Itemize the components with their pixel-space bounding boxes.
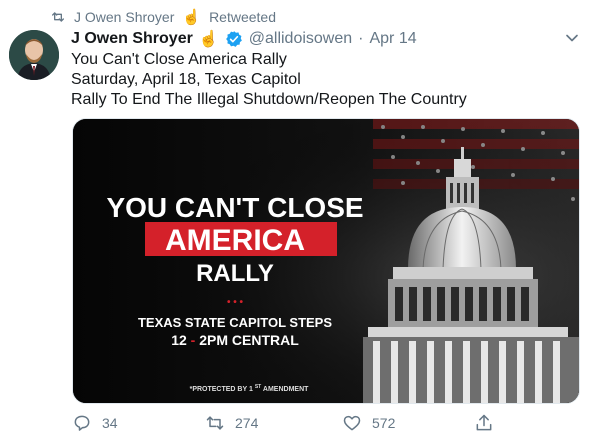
graphic-time-start: 12 (171, 332, 187, 348)
pointing-up-emoji-icon: ☝ (198, 31, 219, 48)
pointing-up-emoji-icon: ☝ (182, 9, 202, 26)
like-button[interactable]: 572 (342, 410, 395, 436)
retweeted-label: Retweeted (209, 9, 276, 25)
chevron-down-icon[interactable] (562, 28, 582, 48)
graphic-dots: • • • (227, 297, 244, 308)
share-icon (476, 414, 492, 431)
graphic-footnote-post: AMENDMENT (263, 386, 309, 393)
tweet-header: J Owen Shroyer ☝ @allidoisowen · Apr 14 (71, 28, 417, 50)
retweet-icon (52, 12, 64, 22)
graphic-time-end: 2PM CENTRAL (199, 332, 299, 348)
tweet-date[interactable]: Apr 14 (369, 30, 416, 48)
tweet-text-line: Saturday, April 18, Texas Capitol (71, 71, 301, 88)
share-button[interactable] (474, 410, 494, 436)
retweet-button[interactable]: 274 (205, 410, 258, 436)
separator-dot: · (358, 30, 364, 47)
avatar[interactable] (9, 30, 59, 80)
tweet-text: You Can't Close America Rally Saturday, … (71, 50, 467, 110)
tweet-actions: 34 274 572 (72, 410, 580, 436)
retweet-count: 274 (235, 415, 259, 431)
graphic-headline-3: RALLY (196, 260, 274, 287)
tweet-text-line: You Can't Close America Rally (71, 51, 287, 68)
retweet-icon (206, 416, 224, 430)
tweet-media-image[interactable]: YOU CAN'T CLOSE AMERICA RALLY • • • TEXA… (72, 118, 580, 404)
graphic-headline-1: YOU CAN'T CLOSE (106, 192, 363, 223)
graphic-footnote-pre: *PROTECTED BY 1 (190, 386, 253, 393)
reply-count: 34 (102, 415, 118, 431)
tweet-text-line: Rally To End The Illegal Shutdown/Reopen… (71, 91, 467, 108)
reply-icon (74, 415, 90, 431)
graphic-footnote-sup: ST (255, 384, 261, 390)
reply-button[interactable]: 34 (72, 410, 118, 436)
heart-icon (343, 415, 361, 431)
graphic-location: TEXAS STATE CAPITOL STEPS (138, 315, 332, 330)
graphic-time: 12 - 2PM CENTRAL (171, 332, 299, 348)
author-handle[interactable]: @allidoisowen (249, 30, 352, 48)
like-count: 572 (372, 415, 396, 431)
author-name[interactable]: J Owen Shroyer (71, 30, 193, 48)
verified-badge-icon (225, 31, 242, 47)
graphic-time-separator: - (191, 332, 196, 348)
retweeter-name[interactable]: J Owen Shroyer (74, 9, 174, 25)
retweeted-by-row[interactable]: J Owen Shroyer ☝ Retweeted (50, 7, 276, 27)
graphic-headline-2: AMERICA (165, 224, 305, 257)
